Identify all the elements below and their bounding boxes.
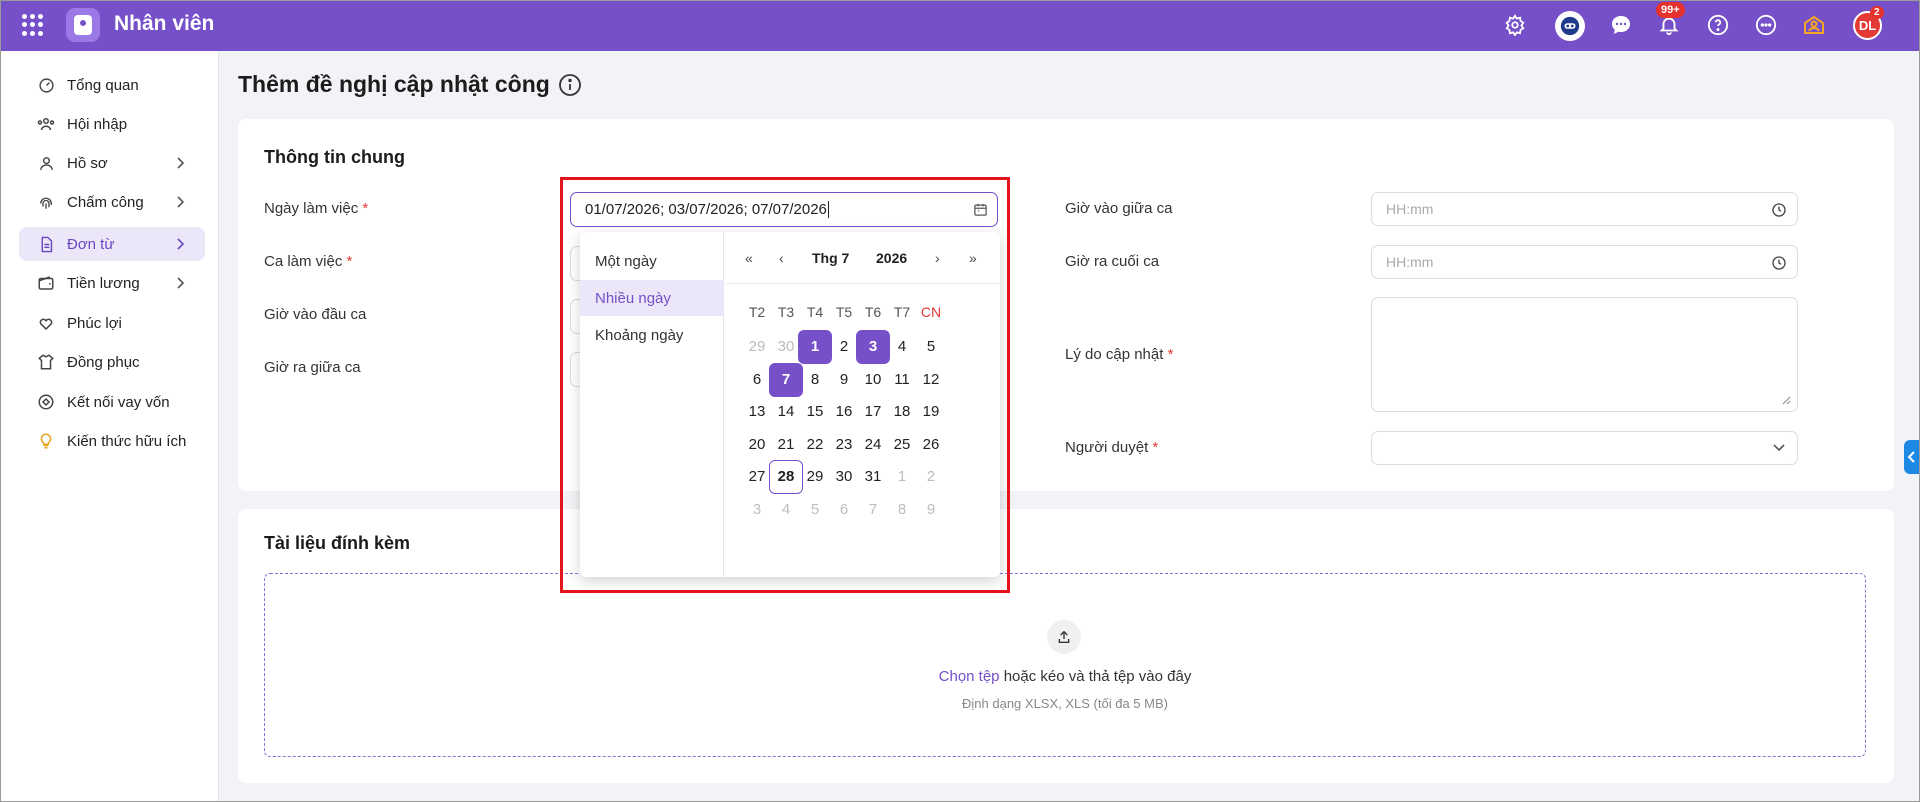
resize-handle-icon[interactable]	[1782, 396, 1791, 405]
app-title: Nhân viên	[114, 12, 215, 35]
reason-textarea[interactable]	[1371, 297, 1798, 412]
more-icon[interactable]	[1753, 12, 1779, 38]
reason-label: Lý do cập nhật *	[1065, 346, 1174, 363]
approver-label: Người duyệt *	[1065, 439, 1159, 456]
mid-in-time-input[interactable]: HH:mm	[1371, 192, 1798, 226]
sidebar-item-label: Hội nhập	[67, 115, 128, 133]
settings-icon[interactable]	[1502, 12, 1528, 38]
page-title: Thêm đề nghị cập nhật công	[238, 71, 550, 97]
end-out-label: Giờ ra cuối ca	[1065, 253, 1160, 270]
fingerprint-icon	[37, 193, 55, 211]
dashboard-icon	[37, 76, 55, 94]
sidebar-item-label: Kiến thức hữu ích	[67, 432, 187, 450]
mid-in-label: Giờ vào giữa ca	[1065, 200, 1173, 217]
sidebar-item-label: Kết nối vay vốn	[67, 393, 170, 411]
document-icon	[37, 235, 55, 253]
sidebar-item-overview[interactable]: Tổng quan	[19, 68, 205, 102]
notification-badge: 99+	[1656, 2, 1685, 18]
sidebar-item-requests[interactable]: Đơn từ	[19, 227, 205, 261]
shirt-icon	[37, 353, 55, 371]
apps-grid-icon[interactable]	[22, 14, 44, 36]
highlight-box	[560, 177, 1010, 593]
format-hint: Định dạng XLSX, XLS (tối đa 5 MB)	[962, 696, 1168, 711]
sidebar-item-label: Chấm công	[67, 193, 144, 211]
sidebar-item-label: Đơn từ	[67, 235, 115, 253]
sidebar-item-uniform[interactable]: Đồng phục	[19, 345, 205, 379]
sidebar-item-payroll[interactable]: Tiền lương	[19, 266, 205, 300]
shift-start-label: Giờ vào đầu ca	[264, 306, 367, 323]
sidebar-item-label: Đồng phục	[67, 353, 140, 371]
help-icon[interactable]	[1705, 12, 1731, 38]
heart-hand-icon	[37, 314, 55, 332]
clock-icon	[1772, 256, 1786, 270]
wallet-icon	[37, 274, 55, 292]
sidebar-item-label: Tiền lương	[67, 274, 140, 292]
user-icon	[37, 154, 55, 172]
info-icon[interactable]	[558, 73, 582, 97]
shift-label: Ca làm việc *	[264, 253, 353, 270]
chevron-right-icon	[177, 238, 185, 250]
sidebar-item-label: Phúc lợi	[67, 314, 122, 332]
mid-out-label: Giờ ra giữa ca	[264, 359, 361, 376]
app-logo	[66, 8, 100, 42]
top-bar: Nhân viên 99+ DL 2	[0, 0, 1920, 51]
upload-instruction: Chọn tệp hoặc kéo và thả tệp vào đây	[938, 668, 1192, 685]
sidebar-item-profile[interactable]: Hồ sơ	[19, 146, 205, 180]
assistant-bot-icon[interactable]	[1555, 11, 1585, 41]
chevron-down-icon	[1773, 444, 1785, 452]
general-info-title: Thông tin chung	[264, 147, 405, 167]
loan-icon	[37, 393, 55, 411]
end-out-time-input[interactable]: HH:mm	[1371, 245, 1798, 279]
chat-icon[interactable]	[1608, 12, 1634, 38]
attachments-title: Tài liệu đính kèm	[264, 533, 411, 553]
sidebar-item-label: Tổng quan	[67, 76, 139, 94]
chevron-left-icon	[1908, 451, 1915, 463]
chevron-right-icon	[177, 157, 185, 169]
sidebar-item-onboarding[interactable]: Hội nhập	[19, 107, 205, 141]
mail-person-icon[interactable]	[1801, 12, 1827, 38]
sidebar-item-loan[interactable]: Kết nối vay vốn	[19, 385, 205, 419]
collapse-panel-tab[interactable]	[1904, 440, 1920, 474]
sidebar-item-label: Hồ sơ	[67, 154, 108, 172]
sidebar-item-knowledge[interactable]: Kiến thức hữu ích	[19, 424, 205, 458]
file-dropzone[interactable]: Chọn tệp hoặc kéo và thả tệp vào đây Địn…	[264, 573, 1866, 757]
clock-icon	[1772, 203, 1786, 217]
sidebar: Tổng quan Hội nhập Hồ sơ Chấm công Đơn t…	[0, 51, 219, 802]
choose-file-link[interactable]: Chọn tệp	[939, 668, 1000, 685]
lightbulb-icon	[37, 432, 55, 450]
chevron-right-icon	[177, 277, 185, 289]
sidebar-item-attendance[interactable]: Chấm công	[19, 185, 205, 219]
approver-select[interactable]	[1371, 431, 1798, 465]
sidebar-item-benefits[interactable]: Phúc lợi	[19, 306, 205, 340]
upload-icon	[1047, 620, 1081, 654]
chevron-right-icon	[177, 196, 185, 208]
users-icon	[37, 115, 55, 133]
work-date-label: Ngày làm việc *	[264, 200, 369, 217]
avatar-badge: 2	[1870, 6, 1884, 19]
